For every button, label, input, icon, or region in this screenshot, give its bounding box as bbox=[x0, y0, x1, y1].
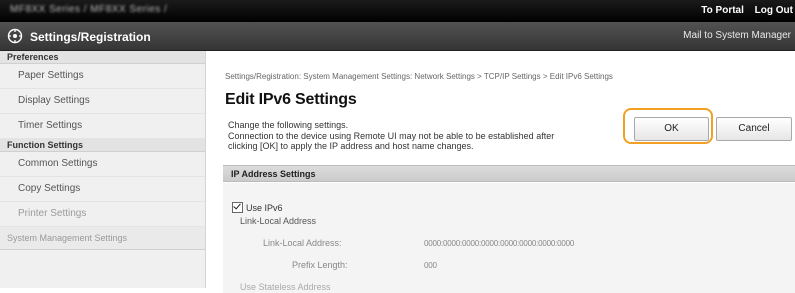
mail-to-system-manager-link[interactable]: Mail to System Manager bbox=[683, 30, 791, 41]
use-ipv6-checkbox[interactable] bbox=[232, 202, 243, 213]
cancel-button[interactable]: Cancel bbox=[716, 117, 792, 141]
use-ipv6-row[interactable]: Use IPv6 bbox=[232, 202, 283, 213]
description-line: Connection to the device using Remote UI… bbox=[228, 130, 555, 141]
sidebar-item-common-settings[interactable]: Common Settings bbox=[0, 152, 205, 177]
sidebar-item-paper-settings[interactable]: Paper Settings bbox=[0, 64, 205, 89]
sidebar-item-printer-settings[interactable]: Printer Settings bbox=[0, 202, 205, 227]
sidebar-group-preferences: Preferences bbox=[0, 51, 205, 64]
breadcrumb: Settings/Registration: System Management… bbox=[225, 72, 613, 81]
description-line: Change the following settings. bbox=[228, 120, 349, 130]
settings-gear-icon bbox=[7, 28, 23, 44]
device-model-text: MF8XX Series / MF8XX Series / bbox=[10, 4, 168, 15]
prefix-length-value: 000 bbox=[424, 261, 437, 270]
use-stateless-address-label[interactable]: Use Stateless Address bbox=[240, 282, 331, 292]
description-line: clicking [OK] to apply the IP address an… bbox=[228, 141, 474, 151]
main-content: Settings/Registration: System Management… bbox=[206, 51, 795, 293]
ok-button[interactable]: OK bbox=[634, 117, 709, 141]
logout-link[interactable]: Log Out bbox=[755, 5, 793, 16]
page-title: Edit IPv6 Settings bbox=[225, 91, 357, 108]
description-text: Change the following settings. Connectio… bbox=[228, 120, 608, 152]
app-title: Settings/Registration bbox=[30, 30, 151, 44]
top-bar: MF8XX Series / MF8XX Series / To Portal … bbox=[0, 0, 795, 22]
use-ipv6-label: Use IPv6 bbox=[246, 203, 283, 213]
link-local-address-heading: Link-Local Address bbox=[240, 216, 317, 226]
sidebar-group-function-settings: Function Settings bbox=[0, 139, 205, 152]
prefix-length-label: Prefix Length: bbox=[292, 260, 348, 270]
sidebar-group-system-management[interactable]: System Management Settings bbox=[0, 227, 205, 250]
top-links: To Portal Log Out bbox=[693, 5, 793, 16]
sidebar-item-display-settings[interactable]: Display Settings bbox=[0, 89, 205, 114]
section-title-ip-address-settings: IP Address Settings bbox=[223, 165, 795, 182]
app-header: Settings/Registration Mail to System Man… bbox=[0, 22, 795, 51]
sidebar-item-copy-settings[interactable]: Copy Settings bbox=[0, 177, 205, 202]
link-local-address-label: Link-Local Address: bbox=[263, 238, 342, 248]
to-portal-link[interactable]: To Portal bbox=[701, 5, 744, 16]
sidebar-item-timer-settings[interactable]: Timer Settings bbox=[0, 114, 205, 139]
sidebar: Preferences Paper Settings Display Setti… bbox=[0, 51, 206, 288]
link-local-address-value: 0000:0000:0000:0000:0000:0000:0000:0000 bbox=[424, 239, 575, 248]
